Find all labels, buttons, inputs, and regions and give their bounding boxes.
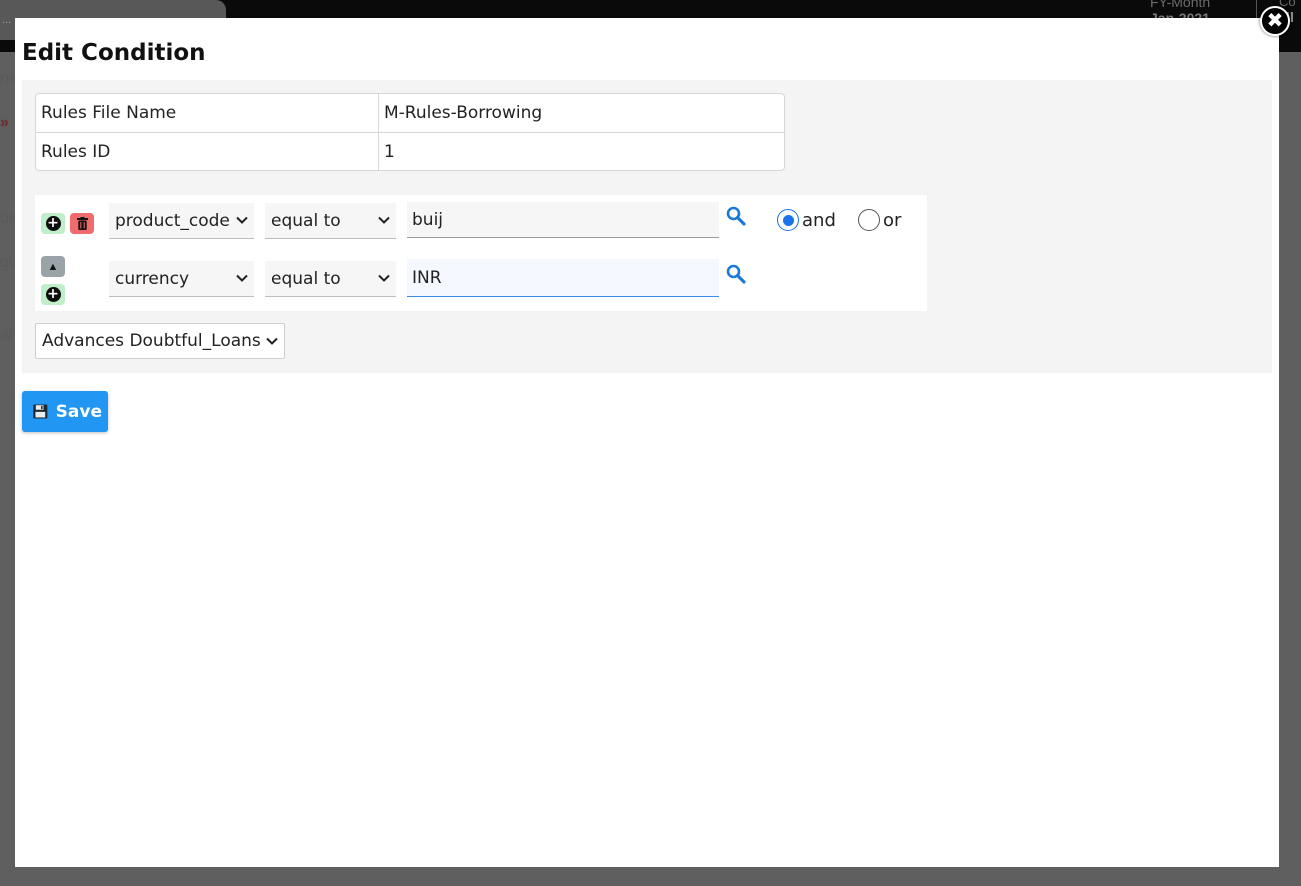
chevron-down-icon (266, 337, 278, 345)
condition-field-select[interactable]: currency (109, 261, 254, 297)
condition-operator-select[interactable]: equal to (265, 203, 396, 239)
rules-file-name-label: Rules File Name (36, 94, 379, 132)
rules-file-name-value: M-Rules-Borrowing (384, 103, 543, 123)
delete-condition-button[interactable] (70, 213, 94, 234)
background-fragment: gi (0, 254, 13, 271)
connector-and-option[interactable]: and (777, 209, 836, 231)
chevron-down-icon (378, 216, 390, 224)
plus-circle-icon: + (45, 215, 61, 231)
condition-field-value: product_code (115, 210, 230, 231)
search-button[interactable] (725, 263, 749, 287)
search-button[interactable] (725, 205, 749, 229)
connector-and-label: and (802, 209, 836, 231)
condition-operator-value: equal to (271, 210, 341, 231)
background-fragment: » (0, 114, 9, 131)
add-condition-button[interactable]: + (41, 284, 65, 305)
category-select-value: Advances Doubtful_Loans (42, 331, 261, 351)
category-select[interactable]: Advances Doubtful_Loans (35, 323, 285, 359)
rules-id-label: Rules ID (36, 133, 379, 170)
condition-operator-value: equal to (271, 268, 341, 289)
rules-info-table: Rules File Name M-Rules-Borrowing Rules … (35, 93, 785, 171)
connector-or-label: or (883, 209, 902, 231)
modal-content-panel: Rules File Name M-Rules-Borrowing Rules … (22, 80, 1272, 373)
plus-circle-icon: + (45, 286, 61, 302)
conditions-builder: + product_code equal to buij and or ▲ + … (35, 195, 927, 311)
search-icon (726, 206, 746, 226)
table-row: Rules File Name M-Rules-Borrowing (36, 94, 784, 132)
background-tab-text: ... (2, 14, 12, 26)
edit-condition-modal: Edit Condition Rules File Name M-Rules-B… (15, 18, 1279, 867)
add-condition-button[interactable]: + (41, 213, 65, 234)
floppy-disk-icon (33, 404, 48, 419)
table-row: Rules ID 1 (36, 132, 784, 170)
close-icon[interactable]: ✖ (1260, 6, 1290, 36)
move-up-button[interactable]: ▲ (41, 256, 65, 277)
save-button[interactable]: Save (22, 391, 108, 432)
chevron-down-icon (378, 274, 390, 282)
chevron-down-icon (236, 274, 248, 282)
condition-value-input[interactable] (407, 202, 719, 238)
condition-value-input[interactable] (407, 259, 719, 297)
condition-field-value: currency (115, 268, 190, 289)
modal-title: Edit Condition (22, 40, 206, 66)
condition-operator-select[interactable]: equal to (265, 261, 396, 297)
condition-field-select[interactable]: product_code (109, 203, 254, 239)
rules-id-value: 1 (384, 141, 395, 162)
search-icon (726, 264, 746, 284)
background-fragment: al (0, 326, 13, 343)
background-fy-month-label: FY-Month (1150, 0, 1211, 10)
save-button-label: Save (55, 401, 102, 422)
chevron-down-icon (236, 216, 248, 224)
trash-icon (76, 217, 88, 230)
connector-or-option[interactable]: or (858, 209, 901, 231)
triangle-up-icon: ▲ (47, 260, 59, 273)
radio-or[interactable] (858, 209, 880, 231)
radio-and[interactable] (777, 209, 799, 231)
